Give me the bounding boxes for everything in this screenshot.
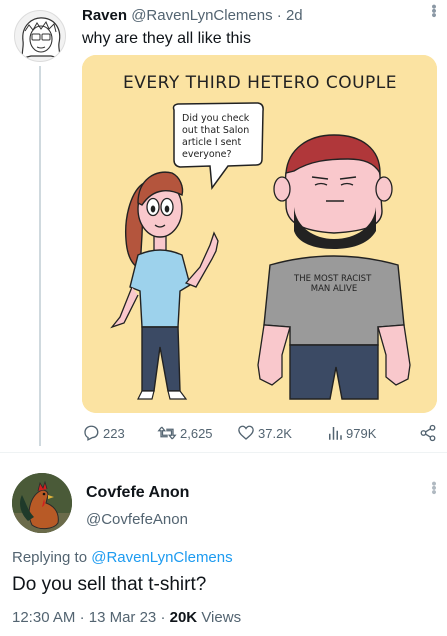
more-options-icon[interactable]: •••	[425, 4, 442, 17]
speech-line-1: Did you check	[182, 113, 250, 124]
speech-line-4: everyone?	[182, 149, 232, 160]
reply-count: 223	[103, 425, 125, 441]
tweet[interactable]: Raven @RavenLynClemens · 2d ••• why are …	[0, 0, 447, 452]
replying-mention[interactable]: @RavenLynClemens	[91, 549, 232, 566]
retweet-icon	[157, 426, 177, 440]
shirt-line-2: MAN ALIVE	[311, 284, 357, 294]
comic-title: EVERY THIRD HETERO COUPLE	[123, 73, 397, 93]
reply-text: Do you sell that t-shirt?	[12, 574, 207, 595]
more-options-icon[interactable]: •••	[425, 481, 442, 494]
views-action[interactable]: 979K	[327, 424, 376, 442]
reply-author-avatar[interactable]	[12, 473, 72, 533]
separator: ·	[276, 7, 282, 24]
heart-icon	[238, 425, 254, 440]
like-action[interactable]: 37.2K	[237, 424, 292, 442]
reply-icon	[84, 425, 99, 441]
views-icon	[329, 427, 342, 440]
like-count: 37.2K	[258, 425, 292, 441]
speech-line-2: out that Salon	[182, 125, 249, 136]
tweet-meta: 12:30 AM · 13 Mar 23 · 20K Views	[12, 609, 241, 626]
comic-image[interactable]: EVERY THIRD HETERO COUPLE Did you check …	[82, 55, 437, 413]
separator: ·	[160, 609, 166, 626]
share-icon	[420, 424, 436, 442]
tweet-text: why are they all like this	[82, 30, 251, 47]
views-total[interactable]: 20K	[170, 609, 198, 626]
tweet-header: Raven @RavenLynClemens · 2d	[82, 7, 303, 24]
tweet-date[interactable]: 13 Mar 23	[89, 609, 157, 626]
shirt-line-1: THE MOST RACIST	[293, 274, 372, 284]
retweet-count: 2,625	[180, 425, 213, 441]
reply-author-handle[interactable]: @CovfefeAnon	[86, 511, 188, 528]
tweet-actions: 223 2,625 37.2K 979K	[82, 424, 437, 446]
tweet-age[interactable]: 2d	[286, 7, 303, 24]
author-name[interactable]: Raven	[82, 7, 127, 24]
thread-line	[39, 66, 41, 446]
views-label: Views	[201, 609, 242, 626]
reply-author-name[interactable]: Covfefe Anon	[86, 484, 189, 502]
replying-label: Replying to	[12, 549, 88, 566]
tweet-time[interactable]: 12:30 AM	[12, 609, 75, 626]
reply-action[interactable]: 223	[82, 424, 125, 442]
share-action[interactable]	[419, 424, 437, 442]
speech-line-3: article I sent	[182, 137, 241, 148]
separator: ·	[79, 609, 85, 626]
views-count: 979K	[346, 425, 377, 441]
reply-tweet[interactable]: Covfefe Anon @CovfefeAnon ••• Replying t…	[0, 453, 447, 636]
author-avatar[interactable]	[14, 10, 66, 62]
replying-to: Replying to @RavenLynClemens	[12, 549, 233, 566]
author-handle[interactable]: @RavenLynClemens	[131, 7, 272, 24]
retweet-action[interactable]: 2,625	[157, 424, 213, 442]
